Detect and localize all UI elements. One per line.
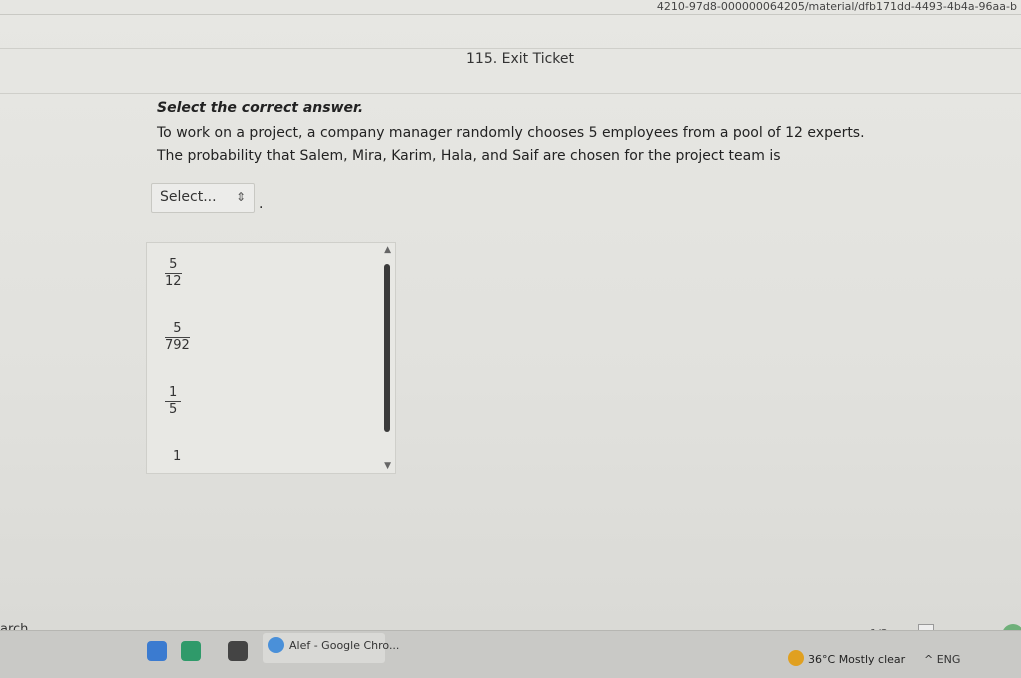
dropdown-options-list[interactable]: 5 12 5 792 1 5 1 ▲ ▼	[146, 242, 396, 474]
updown-arrows-icon: ⇕	[235, 190, 246, 204]
weather-desc: Mostly clear	[838, 653, 906, 666]
divider	[0, 48, 1021, 49]
scrollbar-thumb[interactable]	[384, 264, 390, 432]
option-1[interactable]: 1	[173, 449, 181, 464]
option-5-792[interactable]: 5 792	[165, 321, 190, 354]
option-denominator: 12	[165, 274, 182, 289]
chrome-icon	[268, 637, 284, 653]
instruction-text: Select the correct answer.	[157, 100, 364, 116]
url-text: 4210-97d8-000000064205/material/dfb171dd…	[656, 0, 1017, 13]
option-numerator: 1	[165, 385, 182, 402]
option-1-5[interactable]: 1 5	[165, 385, 182, 418]
option-denominator: 792	[165, 338, 190, 353]
exit-ticket-page: 115. Exit Ticket Select the correct answ…	[0, 15, 1021, 640]
app-icon[interactable]	[147, 641, 167, 661]
taskbar: Alef - Google Chro... 36°C Mostly clear …	[0, 630, 1021, 678]
app-icon[interactable]	[181, 641, 201, 661]
scroll-down-arrow-icon[interactable]: ▼	[384, 461, 391, 471]
divider	[0, 93, 1021, 94]
option-numerator: 5	[165, 257, 182, 274]
page-title: 115. Exit Ticket	[466, 51, 575, 67]
sentence-period: .	[259, 196, 264, 212]
address-bar[interactable]: 4210-97d8-000000064205/material/dfb171dd…	[0, 0, 1021, 15]
answer-dropdown[interactable]: Select... ⇕	[151, 183, 255, 213]
option-denominator: 5	[169, 402, 178, 417]
app-icon[interactable]	[228, 641, 248, 661]
scroll-up-arrow-icon[interactable]: ▲	[384, 245, 391, 255]
active-app-label: Alef - Google Chro...	[289, 639, 400, 652]
weather-temp: 36°C	[808, 653, 836, 666]
weather-text[interactable]: 36°C Mostly clear	[808, 653, 905, 666]
option-value: 1	[173, 449, 182, 464]
option-numerator: 5	[165, 321, 190, 338]
weather-icon[interactable]	[788, 650, 804, 666]
question-line-2: The probability that Salem, Mira, Karim,…	[157, 148, 781, 164]
question-line-1: To work on a project, a company manager …	[157, 125, 865, 141]
dropdown-placeholder: Select...	[160, 189, 217, 205]
option-5-12[interactable]: 5 12	[165, 257, 182, 290]
system-tray[interactable]: ^ ENG	[924, 653, 960, 666]
